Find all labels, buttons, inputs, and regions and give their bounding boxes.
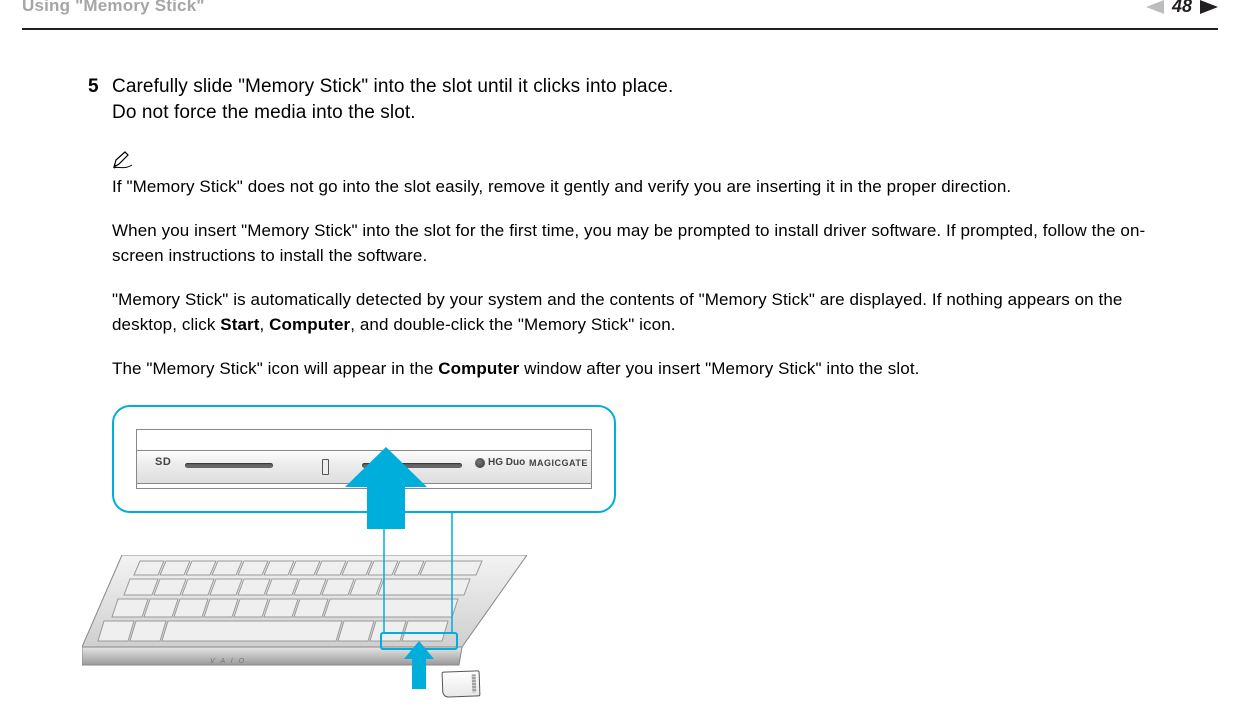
figure-memory-stick-slot: V A I O SD HG Duo MAGICGATE (112, 405, 642, 705)
note-p1: If "Memory Stick" does not go into the s… (112, 174, 1152, 200)
insert-arrow-large-icon (345, 447, 427, 529)
sd-label: SD (155, 456, 171, 468)
memory-stick-card-icon (442, 671, 481, 698)
step-number: 5 (88, 76, 112, 98)
note-p4: The "Memory Stick" icon will appear in t… (112, 356, 1152, 382)
step-5: 5 Carefully slide "Memory Stick" into th… (88, 74, 1152, 125)
note-p2: When you insert "Memory Stick" into the … (112, 218, 1152, 269)
indicator-light-icon (322, 459, 329, 475)
nav-prev-icon[interactable] (1146, 0, 1164, 14)
step-line-1: Carefully slide "Memory Stick" into the … (112, 76, 673, 97)
insert-arrow-small-icon (404, 641, 434, 689)
page-nav: 48 (1146, 0, 1218, 17)
section-title: Using "Memory Stick" (22, 0, 205, 16)
sd-slot-icon (185, 463, 273, 468)
note-block: If "Memory Stick" does not go into the s… (112, 151, 1152, 381)
hgduo-label: HG Duo (475, 457, 525, 468)
step-line-2: Do not force the media into the slot. (112, 102, 416, 123)
nav-next-icon[interactable] (1200, 0, 1218, 14)
step-text: Carefully slide "Memory Stick" into the … (112, 74, 673, 125)
page-header: Using "Memory Stick" 48 (0, 0, 1240, 24)
pen-icon (112, 151, 134, 175)
page-number: 48 (1172, 0, 1192, 17)
magicgate-label: MAGICGATE (529, 458, 588, 468)
page-content: 5 Carefully slide "Memory Stick" into th… (0, 30, 1240, 705)
note-p3: "Memory Stick" is automatically detected… (112, 287, 1152, 338)
